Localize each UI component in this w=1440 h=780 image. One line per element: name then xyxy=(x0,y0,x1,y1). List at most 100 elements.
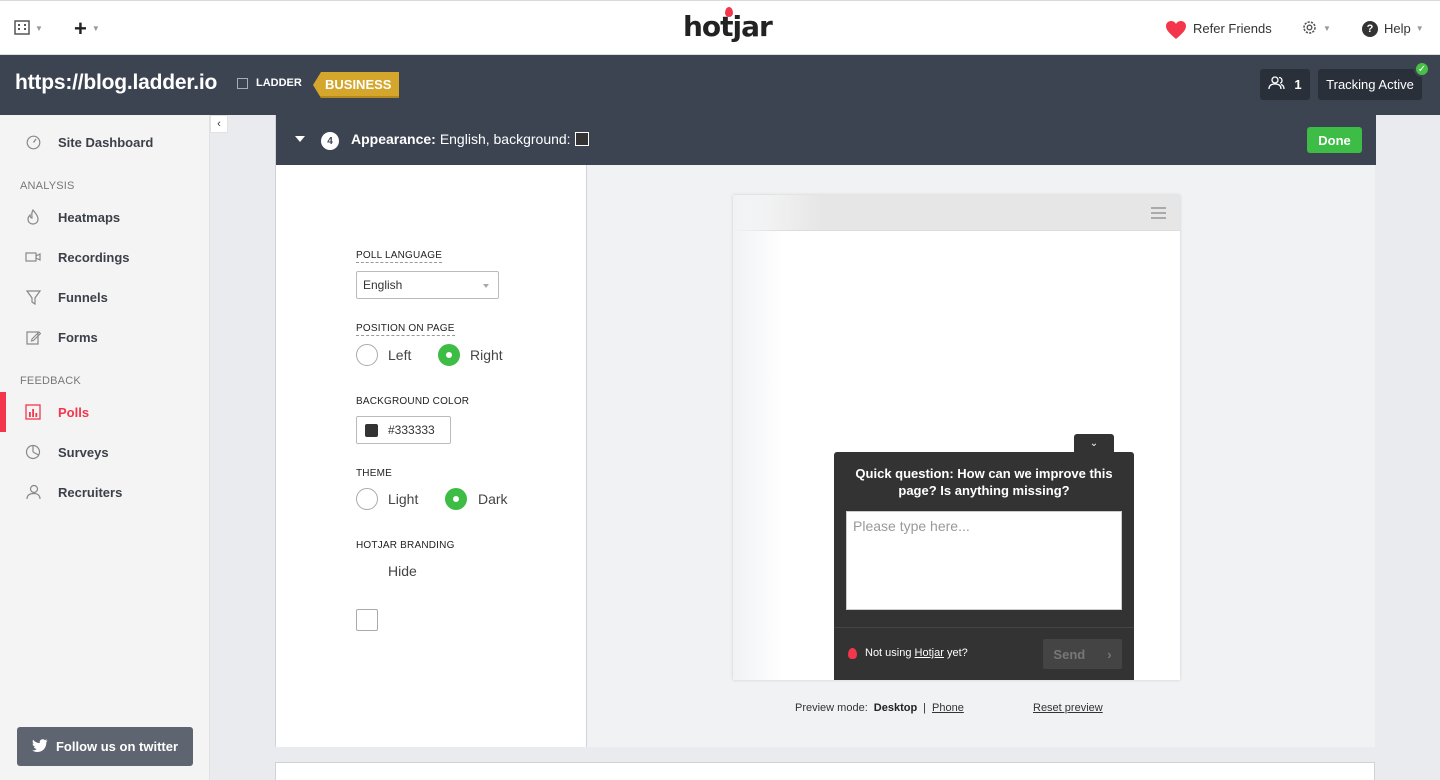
hide-branding-checkbox[interactable] xyxy=(356,609,378,631)
collapse-sidebar-button[interactable]: ‹ xyxy=(210,115,228,133)
caret-down-icon[interactable] xyxy=(295,136,305,142)
flame-icon xyxy=(25,209,41,225)
theme-dark-radio[interactable] xyxy=(445,488,467,510)
panel-title-summary: English, background: xyxy=(439,131,571,147)
poll-divider xyxy=(834,627,1134,628)
check-icon: ✓ xyxy=(1414,61,1430,77)
poll-language-label: POLL LANGUAGE xyxy=(356,250,443,263)
browser-toolbar xyxy=(733,195,1180,231)
panel-header[interactable]: 4 Appearance: English, background: Done xyxy=(276,115,1376,165)
sidebar-item-forms[interactable]: Forms xyxy=(0,317,209,357)
hotjar-link[interactable]: Hotjar xyxy=(915,647,944,659)
sidebar-item-label: Forms xyxy=(58,329,98,345)
user-icon xyxy=(25,484,41,500)
position-left-label[interactable]: Left xyxy=(388,347,411,363)
pie-chart-icon xyxy=(25,444,41,460)
hotjar-flame-icon xyxy=(848,647,857,659)
sidebar-item-label: Recordings xyxy=(58,249,130,265)
position-right-label[interactable]: Right xyxy=(470,347,503,363)
preview-mode: Preview mode: Desktop | Phone xyxy=(795,702,964,714)
building-icon xyxy=(237,77,248,89)
top-bar: ▼ + ▼ hotjar Refer Friends ▼ ? Help ▼ xyxy=(0,0,1440,55)
chevron-left-icon: ‹ xyxy=(217,118,221,130)
poll-answer-textarea[interactable]: Please type here... xyxy=(846,511,1122,610)
poll-language-select[interactable]: English xyxy=(356,271,499,299)
twitter-icon xyxy=(31,738,48,755)
panel-title: Appearance: English, background: xyxy=(351,131,589,147)
sidebar-item-funnels[interactable]: Funnels xyxy=(0,277,209,317)
refer-friends-label: Refer Friends xyxy=(1193,21,1272,36)
sidebar-item-label: Surveys xyxy=(58,444,109,460)
site-bar: https://blog.ladder.io LADDER BUSINESS 1… xyxy=(0,55,1440,115)
theme-dark-label[interactable]: Dark xyxy=(478,491,508,507)
funnel-icon xyxy=(25,289,41,305)
sidebar-item-site-dashboard[interactable]: Site Dashboard xyxy=(0,122,209,162)
organization-link[interactable]: LADDER xyxy=(237,77,302,89)
chevron-down-icon: ▼ xyxy=(1415,24,1424,33)
appearance-panel: 4 Appearance: English, background: Done … xyxy=(275,115,1376,747)
hotjar-logo[interactable]: hotjar xyxy=(683,7,773,43)
sidebar-item-polls[interactable]: Polls xyxy=(0,392,209,432)
done-button[interactable]: Done xyxy=(1307,127,1362,153)
poll-language-value: English xyxy=(363,278,403,292)
send-button[interactable]: Send › xyxy=(1043,639,1122,669)
poll-widget: ⌄ Quick question: How can we improve thi… xyxy=(834,434,1134,680)
twitter-label: Follow us on twitter xyxy=(55,739,179,754)
background-color-label: BACKGROUND COLOR xyxy=(356,396,470,407)
poll-question: Quick question: How can we improve this … xyxy=(855,466,1113,498)
position-left-radio[interactable] xyxy=(356,344,378,366)
sidebar-item-label: Site Dashboard xyxy=(58,134,154,150)
theme-label: THEME xyxy=(356,468,392,479)
preview-mode-phone[interactable]: Phone xyxy=(932,702,964,714)
reset-preview-link[interactable]: Reset preview xyxy=(1033,702,1103,714)
organization-name: LADDER xyxy=(256,77,302,89)
sidebar-item-label: Recruiters xyxy=(58,484,123,500)
dashboard-icon xyxy=(25,134,41,150)
theme-light-radio[interactable] xyxy=(356,488,378,510)
team-users-button[interactable]: 1 xyxy=(1260,69,1310,100)
panel-title-bold: Appearance: xyxy=(351,131,436,147)
users-icon xyxy=(1268,76,1286,93)
step-number: 4 xyxy=(321,132,339,150)
site-url[interactable]: https://blog.ladder.io xyxy=(15,71,217,95)
tracking-status-button[interactable]: Tracking Active xyxy=(1318,69,1422,100)
sidebar-item-recruiters[interactable]: Recruiters xyxy=(0,472,209,512)
background-swatch xyxy=(574,132,589,146)
preview-mode-desktop[interactable]: Desktop xyxy=(874,702,917,714)
sidebar-item-recordings[interactable]: Recordings xyxy=(0,237,209,277)
preview-browser-frame: ⌄ Quick question: How can we improve thi… xyxy=(733,195,1180,680)
position-right-radio[interactable] xyxy=(438,344,460,366)
help-menu[interactable]: ? Help ▼ xyxy=(1362,1,1424,56)
chevron-down-icon: ▼ xyxy=(91,24,100,33)
hamburger-menu-icon xyxy=(1151,207,1166,219)
hide-branding-label[interactable]: Hide xyxy=(388,563,417,579)
form-edit-icon xyxy=(25,329,41,345)
background-color-value: #333333 xyxy=(388,423,435,437)
sidebar-item-surveys[interactable]: Surveys xyxy=(0,432,209,472)
sidebar-item-heatmaps[interactable]: Heatmaps xyxy=(0,197,209,237)
gear-icon xyxy=(1301,19,1318,39)
follow-twitter-button[interactable]: Follow us on twitter xyxy=(17,727,193,766)
refer-friends-link[interactable]: Refer Friends xyxy=(1165,1,1272,56)
settings-menu[interactable]: ▼ xyxy=(1301,1,1331,56)
add-menu[interactable]: + ▼ xyxy=(74,1,100,56)
help-label: Help xyxy=(1384,21,1411,36)
video-camera-icon xyxy=(25,249,41,265)
sidebar-item-label: Polls xyxy=(58,404,90,420)
bar-chart-icon xyxy=(25,404,41,420)
chevron-down-icon xyxy=(483,284,489,288)
sites-menu[interactable]: ▼ xyxy=(14,1,43,56)
flame-icon xyxy=(725,7,733,17)
chevron-down-icon: ⌄ xyxy=(1089,437,1099,449)
chevron-right-icon: › xyxy=(1107,646,1112,662)
footer-prefix: Not using xyxy=(865,647,912,659)
help-icon: ? xyxy=(1362,20,1378,37)
plan-badge[interactable]: BUSINESS xyxy=(313,72,400,98)
sidebar: Site Dashboard ANALYSIS Heatmaps Recordi… xyxy=(0,115,210,780)
poll-minimize-button[interactable]: ⌄ xyxy=(1074,434,1114,452)
position-label: POSITION ON PAGE xyxy=(356,323,455,336)
building-icon xyxy=(14,19,30,38)
appearance-form: POLL LANGUAGE English POSITION ON PAGE L… xyxy=(276,165,587,747)
theme-light-label[interactable]: Light xyxy=(388,491,418,507)
background-color-input[interactable]: #333333 xyxy=(356,416,451,444)
